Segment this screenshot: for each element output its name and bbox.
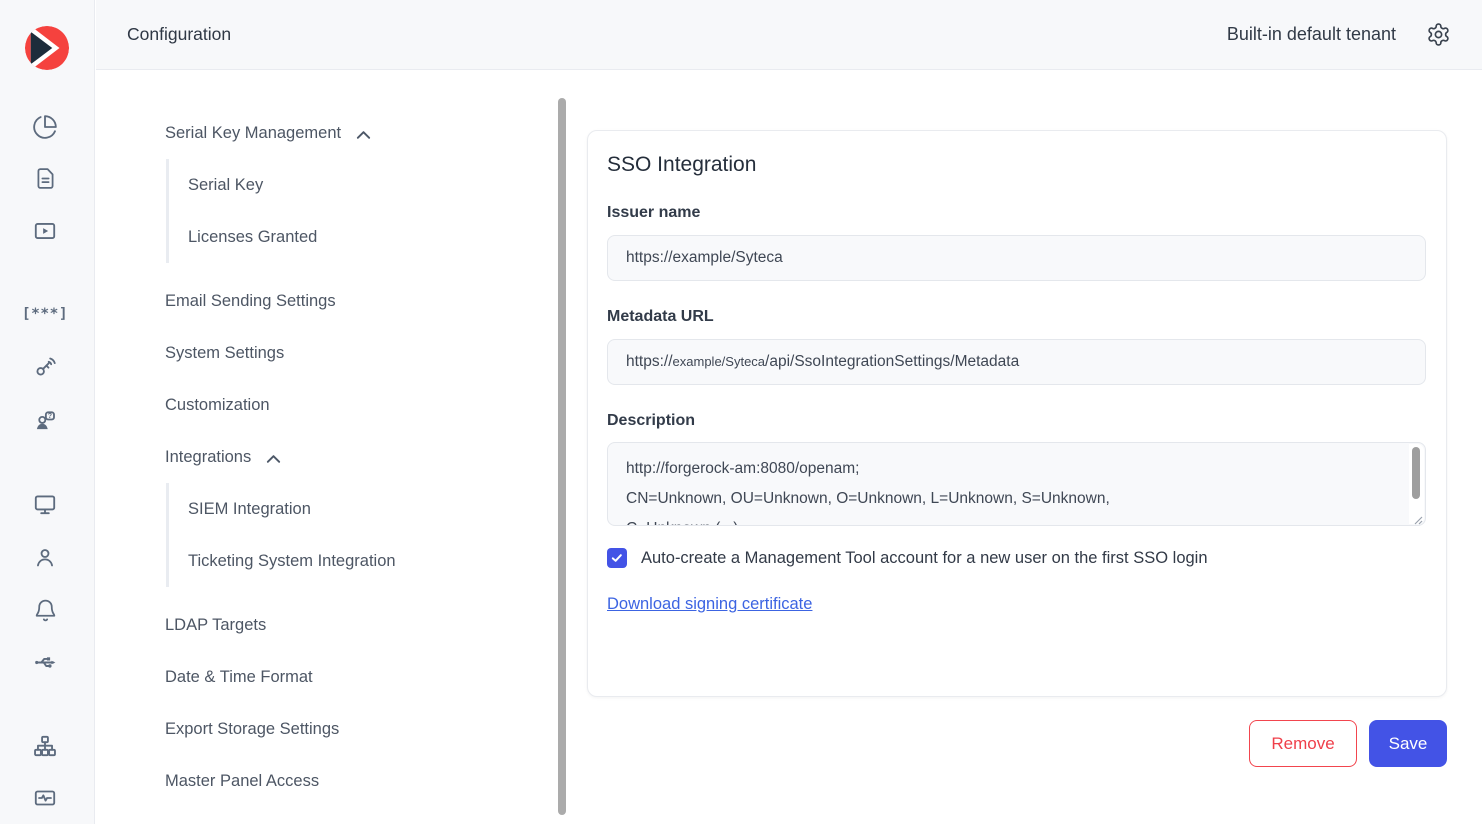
nav-item-label: Serial Key (188, 176, 263, 195)
textarea-resize-handle[interactable] (1412, 512, 1423, 523)
rail-item-organization[interactable] (25, 726, 65, 766)
user-icon (32, 544, 58, 570)
settings-button[interactable] (1424, 21, 1452, 49)
nav-item-email-sending-settings[interactable]: Email Sending Settings (165, 275, 550, 327)
rail-item-sessions[interactable] (25, 211, 65, 251)
rail-item-secrets[interactable]: [***] (25, 294, 65, 334)
nav-item-label: Customization (165, 396, 270, 415)
content-scrollbar[interactable] (558, 98, 566, 815)
nav-item-label: LDAP Targets (165, 616, 266, 635)
rail-item-usb-devices[interactable] (25, 642, 65, 682)
header-right: Built-in default tenant (1227, 21, 1452, 49)
rail-item-access-requests[interactable]: ? (25, 401, 65, 441)
nav-item-date-time-format[interactable]: Date & Time Format (165, 651, 550, 703)
auto-create-account-row[interactable]: Auto-create a Management Tool account fo… (607, 548, 1426, 568)
user-question-icon: ? (32, 408, 58, 434)
nav-item-integrations[interactable]: Integrations (165, 431, 550, 483)
textarea-scrollbar-thumb[interactable] (1412, 447, 1420, 499)
nav-item-label: Email Sending Settings (165, 292, 336, 311)
syteca-logo[interactable] (24, 25, 70, 71)
pie-chart-icon (32, 114, 58, 140)
card-actions: Remove Save (1249, 720, 1447, 767)
configuration-nav: Serial Key Management Serial Key License… (165, 107, 550, 807)
nav-item-serial-key[interactable]: Serial Key (188, 159, 550, 211)
sitemap-icon (32, 733, 58, 759)
auto-create-account-checkbox[interactable] (607, 548, 627, 568)
issuer-name-input[interactable]: https://example/Syteca (607, 235, 1426, 281)
rail-item-users[interactable] (25, 537, 65, 577)
nav-item-export-storage-settings[interactable]: Export Storage Settings (165, 703, 550, 755)
download-signing-certificate-link[interactable]: Download signing certificate (607, 595, 812, 614)
page-title: Configuration (127, 24, 231, 45)
nav-item-ldap-targets[interactable]: LDAP Targets (165, 599, 550, 651)
chevron-up-icon (355, 127, 372, 139)
description-textarea[interactable]: http://forgerock-am:8080/openam; CN=Unkn… (607, 442, 1426, 526)
nav-item-ticketing-system-integration[interactable]: Ticketing System Integration (188, 535, 550, 587)
issuer-name-value: https://example/Syteca (626, 249, 783, 267)
metadata-url-value: https://example/Syteca/api/SsoIntegratio… (626, 353, 1019, 371)
nav-subgroup-integrations: SIEM Integration Ticketing System Integr… (166, 483, 550, 587)
issuer-name-label: Issuer name (607, 204, 1426, 222)
monitor-icon (32, 491, 58, 517)
rail-item-alerts[interactable] (25, 590, 65, 630)
app-sidebar-rail: [***] ? (0, 0, 95, 824)
nav-item-label: Ticketing System Integration (188, 552, 396, 571)
nav-item-label: Integrations (165, 448, 251, 467)
video-player-icon (32, 218, 58, 244)
syteca-logo-icon (24, 25, 70, 71)
nav-item-label: Licenses Granted (188, 228, 317, 247)
nav-item-label: Master Panel Access (165, 772, 319, 791)
nav-item-serial-key-management[interactable]: Serial Key Management (165, 107, 550, 159)
remove-button[interactable]: Remove (1249, 720, 1357, 767)
document-icon (33, 166, 58, 191)
secrets-icon: [***] (22, 306, 68, 322)
nav-item-master-panel-access[interactable]: Master Panel Access (165, 755, 550, 807)
check-icon (610, 551, 624, 565)
svg-text:?: ? (48, 413, 52, 420)
bell-icon (33, 598, 58, 623)
monitor-pulse-icon (32, 785, 58, 811)
metadata-url-input[interactable]: https://example/Syteca/api/SsoIntegratio… (607, 339, 1426, 385)
rail-item-password-management[interactable] (25, 347, 65, 387)
nav-item-label: Export Storage Settings (165, 720, 339, 739)
chevron-up-icon (265, 451, 282, 463)
top-header: Configuration Built-in default tenant (96, 0, 1482, 70)
nav-item-label: Date & Time Format (165, 668, 313, 687)
tenant-label: Built-in default tenant (1227, 24, 1396, 45)
rail-item-system-health[interactable] (25, 778, 65, 818)
save-button[interactable]: Save (1369, 720, 1447, 767)
sso-integration-card: SSO Integration Issuer name https://exam… (587, 130, 1447, 697)
nav-item-system-settings[interactable]: System Settings (165, 327, 550, 379)
nav-item-licenses-granted[interactable]: Licenses Granted (188, 211, 550, 263)
key-signal-icon (32, 354, 58, 380)
rail-item-dashboard[interactable] (25, 107, 65, 147)
description-text: http://forgerock-am:8080/openam; CN=Unkn… (608, 443, 1425, 526)
description-label: Description (607, 412, 1426, 430)
nav-item-siem-integration[interactable]: SIEM Integration (188, 483, 550, 535)
nav-subgroup-serial-key: Serial Key Licenses Granted (166, 159, 550, 263)
nav-item-label: System Settings (165, 344, 284, 363)
nav-item-label: Serial Key Management (165, 124, 341, 143)
nav-item-label: SIEM Integration (188, 500, 311, 519)
card-title: SSO Integration (607, 153, 1426, 177)
rail-item-reports[interactable] (25, 158, 65, 198)
nav-item-customization[interactable]: Customization (165, 379, 550, 431)
usb-icon (32, 649, 59, 676)
rail-item-workstations[interactable] (25, 484, 65, 524)
auto-create-account-label: Auto-create a Management Tool account fo… (641, 549, 1208, 568)
metadata-url-label: Metadata URL (607, 308, 1426, 326)
gear-icon (1426, 22, 1451, 47)
